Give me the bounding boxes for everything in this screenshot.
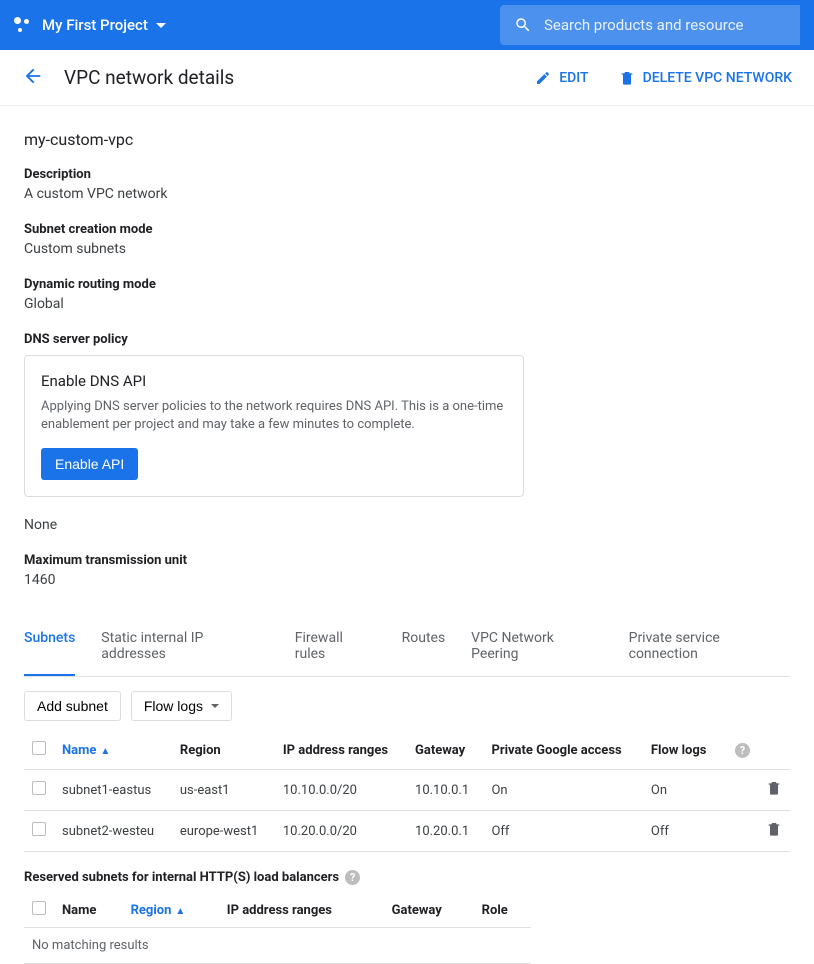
enable-api-button[interactable]: Enable API: [41, 448, 138, 480]
resource-name: my-custom-vpc: [24, 130, 790, 149]
reserved-table: Name Region▲ IP address ranges Gateway R…: [24, 893, 531, 964]
trash-icon: [619, 70, 635, 86]
edit-button[interactable]: EDIT: [535, 70, 588, 86]
trash-icon: [766, 821, 782, 837]
col-gateway[interactable]: Gateway: [407, 731, 483, 770]
subnet-mode-value: Custom subnets: [24, 241, 790, 257]
empty-state: No matching results: [24, 928, 531, 964]
gcp-logo-icon: [14, 16, 32, 34]
checkbox-all[interactable]: [32, 901, 46, 915]
col-pga[interactable]: Private Google access: [483, 731, 642, 770]
dns-policy-label: DNS server policy: [24, 332, 790, 347]
sort-asc-icon: ▲: [175, 906, 185, 917]
chevron-down-icon: [211, 704, 219, 708]
tab-routes[interactable]: Routes: [402, 618, 446, 676]
help-icon[interactable]: ?: [735, 743, 750, 758]
content-area: my-custom-vpc Description A custom VPC ne…: [0, 106, 814, 618]
tab-firewall[interactable]: Firewall rules: [295, 618, 376, 676]
tab-peering[interactable]: VPC Network Peering: [471, 618, 602, 676]
subnet-mode-label: Subnet creation mode: [24, 222, 790, 237]
delete-network-button[interactable]: DELETE VPC NETWORK: [619, 70, 792, 86]
checkbox[interactable]: [32, 822, 46, 836]
search-icon: [514, 16, 532, 34]
search-bar[interactable]: Search products and resource: [500, 5, 800, 45]
trash-icon: [766, 780, 782, 796]
tab-private-service[interactable]: Private service connection: [629, 618, 790, 676]
page-header: VPC network details EDIT DELETE VPC NETW…: [0, 50, 814, 106]
tab-subnets[interactable]: Subnets: [24, 618, 75, 676]
pencil-icon: [535, 70, 551, 86]
top-app-bar: My First Project Search products and res…: [0, 0, 814, 50]
reserved-section-title: Reserved subnets for internal HTTP(S) lo…: [0, 852, 814, 893]
chevron-down-icon[interactable]: [156, 23, 166, 28]
tabs: Subnets Static internal IP addresses Fir…: [24, 618, 790, 677]
table-row: subnet2-westeu europe-west1 10.20.0.0/20…: [24, 811, 790, 852]
routing-label: Dynamic routing mode: [24, 277, 790, 292]
subnets-table: Name▲ Region IP address ranges Gateway P…: [24, 731, 790, 852]
dns-card-body: Applying DNS server policies to the netw…: [41, 398, 507, 434]
delete-row-button[interactable]: [758, 770, 790, 811]
checkbox-all[interactable]: [32, 741, 46, 755]
checkbox[interactable]: [32, 781, 46, 795]
page-title: VPC network details: [64, 66, 234, 89]
project-picker[interactable]: My First Project: [42, 16, 148, 34]
subnets-toolbar: Add subnet Flow logs: [0, 677, 814, 731]
tab-static-ips[interactable]: Static internal IP addresses: [101, 618, 268, 676]
dns-api-card: Enable DNS API Applying DNS server polic…: [24, 355, 524, 497]
flow-logs-dropdown[interactable]: Flow logs: [131, 691, 232, 721]
dns-policy-value: None: [24, 517, 790, 533]
dns-card-title: Enable DNS API: [41, 372, 507, 390]
routing-value: Global: [24, 296, 790, 312]
mtu-label: Maximum transmission unit: [24, 553, 790, 568]
table-row: subnet1-eastus us-east1 10.10.0.0/20 10.…: [24, 770, 790, 811]
delete-row-button[interactable]: [758, 811, 790, 852]
description-label: Description: [24, 167, 790, 182]
sort-asc-icon: ▲: [100, 746, 110, 757]
mtu-value: 1460: [24, 572, 790, 588]
col-range[interactable]: IP address ranges: [275, 731, 407, 770]
back-button[interactable]: [22, 65, 44, 91]
col-name[interactable]: Name▲: [54, 731, 172, 770]
search-placeholder: Search products and resource: [544, 16, 744, 34]
description-value: A custom VPC network: [24, 186, 790, 202]
col-region[interactable]: Region: [172, 731, 275, 770]
help-icon[interactable]: ?: [345, 870, 360, 885]
add-subnet-button[interactable]: Add subnet: [24, 691, 121, 721]
col-flow[interactable]: Flow logs: [643, 731, 721, 770]
